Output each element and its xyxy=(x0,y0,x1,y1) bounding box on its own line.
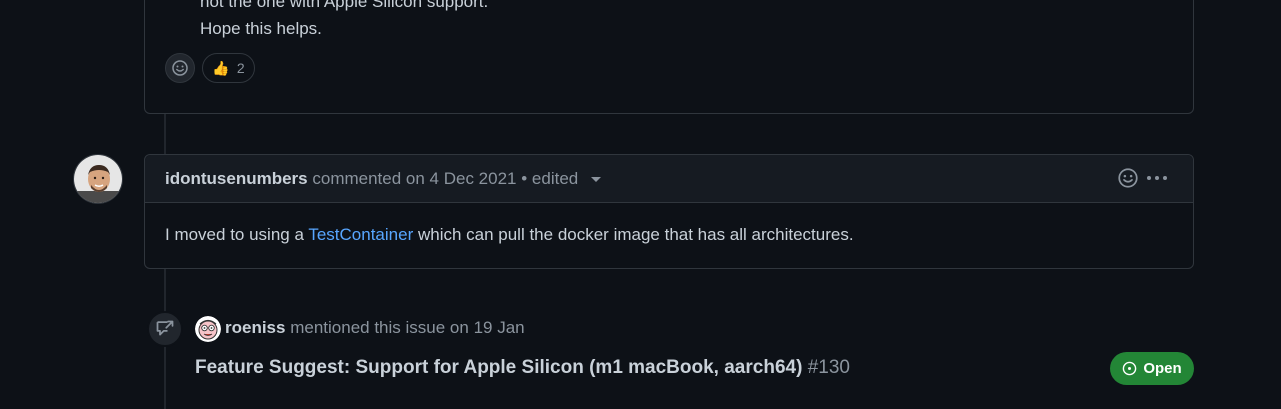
edit-history-caret-icon[interactable] xyxy=(590,177,601,183)
thumbs-up-emoji: 👍 xyxy=(212,59,230,76)
status-label: Open xyxy=(1143,360,1182,377)
cartoon-avatar-icon xyxy=(195,316,221,342)
separator: • xyxy=(521,169,528,188)
kebab-horizontal-icon xyxy=(1147,176,1167,180)
previous-comment-text-line: not the one with Apple Silicon support. xyxy=(200,0,489,11)
comment-text: I moved to using a xyxy=(165,225,309,244)
referenced-issue-link[interactable]: Feature Suggest: Support for Apple Silic… xyxy=(195,357,850,379)
add-reaction-button[interactable] xyxy=(165,53,195,83)
xref-date[interactable]: 19 Jan xyxy=(474,318,525,337)
roeniss-avatar[interactable] xyxy=(195,316,221,342)
reaction-count: 2 xyxy=(236,60,245,76)
avatar[interactable] xyxy=(73,154,123,204)
comment-author-link[interactable]: idontusenumbers xyxy=(165,169,308,188)
comment-body: I moved to using a TestContainer which c… xyxy=(165,225,854,245)
previous-comment-text-line: Hope this helps. xyxy=(200,19,322,38)
cross-reference-meta: roeniss mentioned this issue on 19 Jan xyxy=(225,318,525,338)
issue-number: #130 xyxy=(807,357,850,378)
issue-status-badge: Open xyxy=(1110,352,1194,385)
issue-title[interactable]: Feature Suggest: Support for Apple Silic… xyxy=(195,357,802,378)
testcontainer-link[interactable]: TestContainer xyxy=(308,225,413,244)
smiley-icon xyxy=(1118,168,1138,188)
xref-action: mentioned this issue on xyxy=(290,318,469,337)
comment-text: which can pull the docker image that has… xyxy=(413,225,854,244)
reaction-thumbs-up-button[interactable]: 👍 2 xyxy=(202,53,255,83)
actor-link[interactable]: roeniss xyxy=(225,318,285,337)
comment-header: idontusenumbers commented on 4 Dec 2021 … xyxy=(145,155,1193,203)
edited-label[interactable]: edited xyxy=(532,169,578,188)
add-reaction-button[interactable] xyxy=(1116,166,1140,190)
comment-card: idontusenumbers commented on 4 Dec 2021 … xyxy=(144,154,1194,269)
comment-meta: idontusenumbers commented on 4 Dec 2021 … xyxy=(165,169,601,189)
comment-date[interactable]: 4 Dec 2021 xyxy=(430,169,517,188)
smiley-icon xyxy=(172,60,188,76)
more-options-button[interactable] xyxy=(1145,166,1169,190)
issue-opened-icon xyxy=(1123,361,1137,376)
user-photo-icon xyxy=(74,155,122,203)
cross-reference-icon xyxy=(156,320,174,336)
comment-action: commented on xyxy=(312,169,425,188)
previous-comment-card: not the one with Apple Silicon support. … xyxy=(144,0,1194,114)
cross-reference-badge xyxy=(147,311,183,347)
